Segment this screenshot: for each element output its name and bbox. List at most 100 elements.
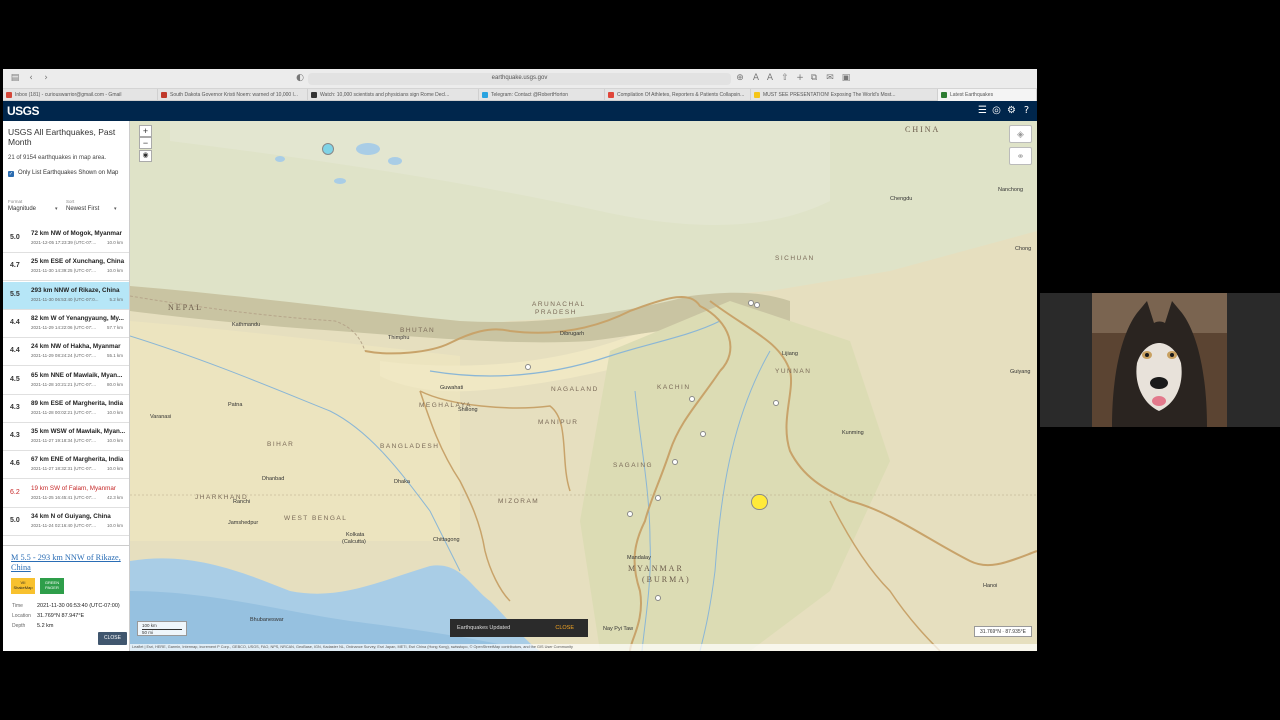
chevron-down-icon[interactable]: ▾ bbox=[55, 206, 58, 212]
earthquake-map[interactable]: CHINA NEPAL BHUTAN BANGLADESH MYANMAR (BURMA)… bbox=[130, 121, 1037, 651]
privacy-shield-icon[interactable]: ◐ bbox=[295, 73, 305, 84]
browser-tab[interactable]: MUST SEE PRESENTATION! Exposing The Worl… bbox=[751, 89, 938, 101]
browser-tab[interactable]: Telegram: Contact @RobertHorton bbox=[479, 89, 605, 101]
earthquake-depth: 55.1 km bbox=[106, 353, 123, 359]
update-toast: Earthquakes Updated CLOSE bbox=[450, 619, 588, 637]
earthquake-time: 2021-11-30 06:53:40 (UTC-07:0... bbox=[31, 296, 99, 302]
tab-overview-icon[interactable]: ⧉ bbox=[809, 73, 819, 84]
earthquake-magnitude: 5.0 bbox=[10, 234, 20, 241]
earthquake-list-item[interactable]: 4.3 35 km WSW of Mawlaik, Myan... 2021-11-… bbox=[3, 423, 129, 452]
map-label-china-top: CHINA bbox=[905, 125, 941, 134]
download-icon[interactable]: ⊕ bbox=[735, 73, 745, 84]
earthquake-marker[interactable] bbox=[654, 594, 661, 601]
browser-tab[interactable]: Inbox (181) - curiouswarrior@gmail.com -… bbox=[3, 89, 158, 101]
earthquake-list-item[interactable]: 4.3 89 km ESE of Margherita, India 2021-11… bbox=[3, 395, 129, 423]
new-tab-icon[interactable]: + bbox=[795, 73, 805, 84]
zoom-in-button[interactable]: + bbox=[139, 125, 152, 137]
earthquake-list-item[interactable]: 5.5 293 km NNW of Rikaze, China 2021-11-30… bbox=[3, 281, 129, 310]
map-label-dhanbad: Dhanbad bbox=[262, 476, 285, 482]
earthquake-time: 2021-11-25 16:45:41 (UTC-07:... bbox=[31, 494, 96, 500]
reader-icon[interactable]: A bbox=[765, 73, 775, 84]
browser-tab[interactable]: Watch: 10,000 scientists and physicians … bbox=[308, 89, 479, 101]
earthquake-magnitude: 6.2 bbox=[10, 488, 20, 496]
map-label-thimphu: Thimphu bbox=[388, 335, 410, 341]
locate-icon[interactable]: ◉ bbox=[139, 150, 152, 162]
tab-favicon-icon bbox=[754, 92, 760, 98]
map-label-sichuan: SICHUAN bbox=[775, 255, 815, 262]
extension-icon[interactable]: ▣ bbox=[841, 73, 851, 84]
scale-line bbox=[142, 629, 182, 630]
mmi-badge[interactable]: VII ShakeMap bbox=[11, 578, 35, 594]
webcam-overlay bbox=[1040, 293, 1280, 427]
earthquake-marker[interactable] bbox=[626, 510, 633, 517]
earthquake-place: 67 km ENE of Margherita, India bbox=[31, 456, 124, 464]
earthquake-marker[interactable] bbox=[688, 395, 695, 402]
earthquake-depth: 80.0 km bbox=[106, 381, 123, 387]
earthquake-list-item[interactable]: 5.0 72 km NW of Mogok, Myanmar 2021-12-05 … bbox=[3, 225, 129, 253]
map-label-burma: (BURMA) bbox=[642, 575, 691, 584]
sidebar-toggle-icon[interactable]: ▤ bbox=[10, 73, 20, 84]
dog-image bbox=[1092, 293, 1227, 427]
share-icon[interactable]: ⇧ bbox=[780, 73, 790, 84]
earthquake-marker[interactable] bbox=[753, 302, 760, 309]
mail-icon[interactable]: ✉ bbox=[825, 73, 835, 84]
map-label-shillong: Shillong bbox=[458, 407, 478, 413]
address-bar[interactable]: earthquake.usgs.gov bbox=[308, 73, 731, 85]
earthquake-depth: 10.0 km bbox=[106, 240, 123, 245]
url-text: earthquake.usgs.gov bbox=[491, 75, 548, 81]
map-label-kachin: KACHIN bbox=[657, 384, 691, 391]
earthquake-list-item[interactable]: 6.2 19 km SW of Falam, Myanmar 2021-11-25 … bbox=[3, 480, 129, 508]
map-options-icon[interactable]: ⚭ bbox=[1009, 147, 1032, 165]
gear-icon[interactable]: ⚙ bbox=[1006, 105, 1017, 116]
chevron-down-icon[interactable]: ▾ bbox=[114, 206, 117, 212]
earthquake-list-item[interactable]: 4.6 67 km ENE of Margherita, India 2021-11… bbox=[3, 451, 129, 480]
list-title: USGS All Earthquakes, Past Month bbox=[8, 127, 116, 147]
earthquake-list-item[interactable]: 4.4 82 km W of Yenangyaung, My... 2021-11-… bbox=[3, 310, 129, 338]
time-label: Time bbox=[12, 603, 23, 609]
tab-strip: Inbox (181) - curiouswarrior@gmail.com -… bbox=[3, 89, 1037, 101]
earthquake-depth: 10.0 km bbox=[106, 409, 123, 415]
format-caption: Format bbox=[8, 199, 23, 204]
sort-caption: Sort bbox=[66, 199, 75, 204]
earthquake-place: 25 km ESE of Xunchang, China bbox=[31, 258, 125, 266]
toast-close-button[interactable]: CLOSE bbox=[555, 619, 574, 637]
browser-tab[interactable]: South Dakota Governor Kristi Noem: warne… bbox=[158, 89, 308, 101]
earthquake-marker[interactable] bbox=[654, 495, 661, 502]
browser-tab[interactable]: Latest Earthquakes bbox=[938, 89, 1037, 101]
map-label-myanmar: MYANMAR bbox=[628, 564, 684, 573]
detail-title-link[interactable]: M 5.5 - 293 km NNW of Rikaze, China bbox=[11, 553, 123, 573]
earthquake-marker[interactable] bbox=[525, 363, 532, 370]
location-value: 31.769°N 87.947°E bbox=[37, 613, 85, 619]
earthquake-list-item[interactable]: 4.7 25 km ESE of Xunchang, China 2021-11-3… bbox=[3, 253, 129, 282]
list-icon[interactable]: ☰ bbox=[977, 105, 988, 116]
zoom-out-button[interactable]: − bbox=[139, 137, 152, 149]
toast-message: Earthquakes Updated bbox=[457, 625, 511, 631]
earthquake-list-item[interactable]: 4.4 24 km NW of Hakha, Myanmar 2021-11-29 … bbox=[3, 338, 129, 367]
earthquake-list-item[interactable]: 5.0 34 km N of Guiyang, China 2021-11-24 0… bbox=[3, 508, 129, 536]
close-button[interactable]: CLOSE bbox=[98, 632, 127, 645]
mmi-sub: ShakeMap bbox=[13, 585, 33, 590]
sort-select[interactable]: Newest First bbox=[66, 206, 99, 212]
back-icon[interactable]: ‹ bbox=[26, 73, 36, 84]
earthquake-place: 34 km N of Guiyang, China bbox=[31, 513, 111, 520]
earthquake-marker[interactable] bbox=[773, 399, 780, 406]
forward-icon[interactable]: › bbox=[41, 73, 51, 84]
globe-icon[interactable]: ◎ bbox=[991, 105, 1002, 116]
browser-tab[interactable]: Compilation Of Athletes, Reporters & Pat… bbox=[605, 89, 751, 101]
map-label-nagaland: NAGALAND bbox=[551, 386, 599, 393]
usgs-logo[interactable]: USGS bbox=[7, 104, 40, 118]
help-icon[interactable]: ? bbox=[1021, 105, 1032, 116]
checkbox-checked-icon[interactable]: ✓ bbox=[8, 171, 14, 177]
earthquake-marker[interactable] bbox=[751, 493, 768, 511]
earthquake-marker[interactable] bbox=[322, 143, 334, 155]
layers-icon[interactable]: ◈ bbox=[1009, 125, 1032, 143]
text-size-icon[interactable]: A bbox=[751, 73, 761, 84]
tab-label: Compilation Of Athletes, Reporters & Pat… bbox=[617, 92, 745, 98]
earthquake-list-item[interactable]: 4.5 65 km NNE of Mawlaik, Myan... 2021-11-… bbox=[3, 367, 129, 395]
map-label-chengdu: Chengdu bbox=[890, 196, 913, 202]
pager-badge[interactable]: GREEN PAGER bbox=[40, 578, 64, 594]
earthquake-time: 2021-11-28 10:21:21 (UTC-07:... bbox=[31, 381, 96, 387]
map-label-nanchong: Nanchong bbox=[998, 187, 1024, 193]
format-select[interactable]: Magnitude bbox=[8, 206, 36, 212]
map-label-dhaka: Dhaka bbox=[394, 479, 410, 485]
